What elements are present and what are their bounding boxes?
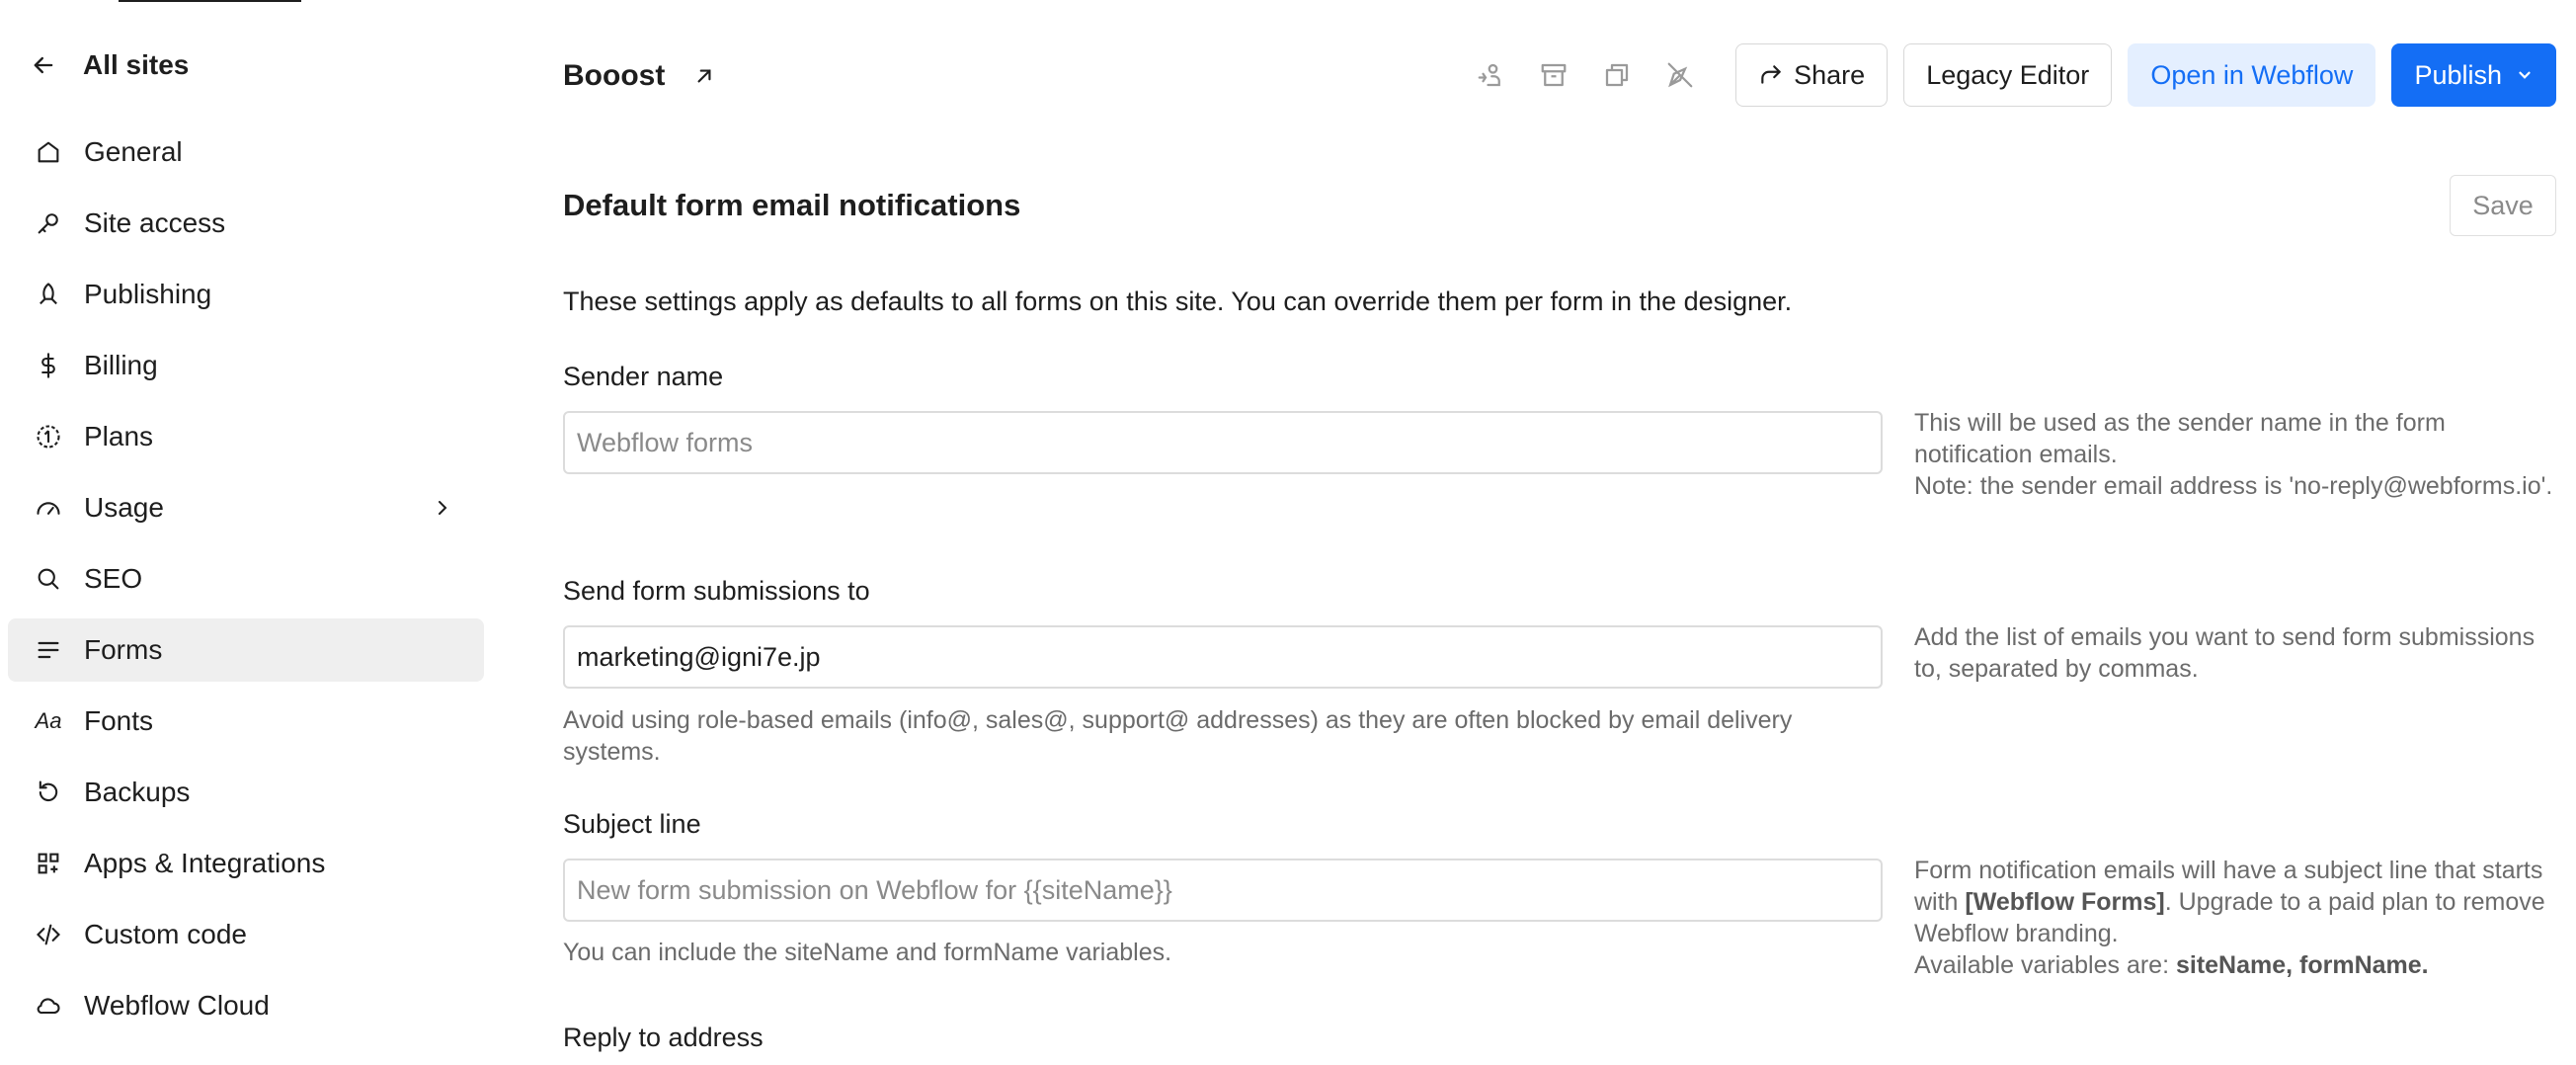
sidebar-item-apps-integrations[interactable]: Apps & Integrations [8,832,484,895]
subject-line-label: Subject line [563,809,701,839]
sidebar-item-site-access[interactable]: Site access [8,192,484,255]
share-button[interactable]: Share [1735,43,1889,107]
sidebar-item-publishing[interactable]: Publishing [8,263,484,326]
sidebar-item-label: Publishing [84,279,212,309]
sidebar-item-custom-code[interactable]: Custom code [8,903,484,966]
subject-vars-pre: Available variables are: [1914,951,2176,979]
sidebar-item-general[interactable]: General [8,121,484,184]
sender-name-help: This will be used as the sender name in … [1914,407,2556,502]
code-icon [34,920,63,949]
sidebar-item-backups[interactable]: Backups [8,761,484,824]
pen-off-icon[interactable] [1656,51,1704,99]
sidebar-item-label: Plans [84,421,154,451]
duplicate-icon[interactable] [1593,51,1641,99]
sidebar-item-label: Apps & Integrations [84,848,326,878]
apps-icon [34,849,63,878]
sidebar: All sites General Site access Publishing… [0,0,494,1065]
header-icon-group [1467,51,1704,99]
search-icon [34,564,63,594]
sidebar-item-label: Fonts [84,705,154,736]
backup-icon [34,778,63,807]
subject-vars-text: Available variables are: siteName, formN… [1914,949,2556,981]
gauge-icon [34,493,63,523]
chevron-down-icon [2519,71,2531,79]
all-sites-label: All sites [83,49,190,80]
subject-line-input[interactable] [563,859,1883,922]
legacy-editor-button[interactable]: Legacy Editor [1903,43,2113,107]
sender-name-label: Sender name [563,362,724,391]
sidebar-item-plans[interactable]: Plans [8,405,484,468]
subject-help-bold: [Webflow Forms] [1965,888,2165,916]
open-in-webflow-button[interactable]: Open in Webflow [2128,43,2376,107]
send-to-help: Add the list of emails you want to send … [1914,623,2536,683]
sidebar-item-forms[interactable]: Forms [8,618,484,682]
transfer-icon[interactable] [1467,51,1514,99]
save-button[interactable]: Save [2450,175,2556,236]
sidebar-item-webflow-cloud[interactable]: Webflow Cloud [8,974,484,1037]
sidebar-item-label: SEO [84,563,143,594]
share-arrow-icon [1761,65,1781,84]
sidebar-item-seo[interactable]: SEO [8,547,484,611]
arrow-left-icon [34,56,53,74]
send-to-input[interactable] [563,625,1883,689]
cloud-icon [34,991,63,1021]
sidebar-item-label: Custom code [84,919,247,949]
subject-line-hint: You can include the siteName and formNam… [563,939,1172,966]
sender-name-input[interactable] [563,411,1883,474]
key-icon [34,208,63,238]
intro-text: These settings apply as defaults to all … [563,287,1793,316]
subject-vars-bold: siteName, formName. [2175,951,2429,979]
sidebar-item-fonts[interactable]: Aa Fonts [8,690,484,753]
settings-nav: General Site access Publishing Billing P… [8,121,484,1045]
publish-label: Publish [2414,59,2502,90]
send-to-warning: Avoid using role-based emails (info@, sa… [563,706,1793,766]
sender-help-line2: Note: the sender email address is 'no-re… [1914,472,2553,500]
plans-icon [34,422,63,451]
sender-help-line1: This will be used as the sender name in … [1914,409,2446,468]
reply-to-label: Reply to address [563,1023,764,1052]
dollar-icon [34,351,63,380]
sidebar-item-label: Forms [84,634,163,665]
open-in-webflow-label: Open in Webflow [2150,59,2354,90]
forms-icon [34,635,63,665]
publish-button[interactable]: Publish [2391,43,2556,107]
rocket-icon [34,280,63,309]
send-to-label: Send form submissions to [563,576,870,606]
fonts-icon: Aa [35,708,62,733]
chevron-right-icon [439,501,447,515]
site-name: Booost [563,59,666,92]
sidebar-item-label: Webflow Cloud [84,990,270,1021]
sidebar-item-billing[interactable]: Billing [8,334,484,397]
sidebar-item-label: Billing [84,350,158,380]
all-sites-link[interactable]: All sites [30,43,189,87]
app-root: All sites General Site access Publishing… [0,0,2576,1065]
sidebar-item-label: General [84,136,183,167]
external-link-icon[interactable] [691,63,717,89]
legacy-editor-label: Legacy Editor [1926,59,2090,90]
sidebar-item-label: Backups [84,777,191,807]
section-title: Default form email notifications [563,188,1021,222]
sidebar-item-label: Usage [84,492,164,523]
header-toolbar: Share Legacy Editor Open in Webflow Publ… [1467,43,2556,107]
subject-help-text: Form notification emails will have a sub… [1914,855,2556,949]
sidebar-item-usage[interactable]: Usage [8,476,484,539]
share-label: Share [1794,59,1866,90]
home-icon [34,137,63,167]
subject-line-help: Form notification emails will have a sub… [1914,855,2556,981]
sidebar-item-label: Site access [84,207,226,238]
archive-icon[interactable] [1530,51,1577,99]
